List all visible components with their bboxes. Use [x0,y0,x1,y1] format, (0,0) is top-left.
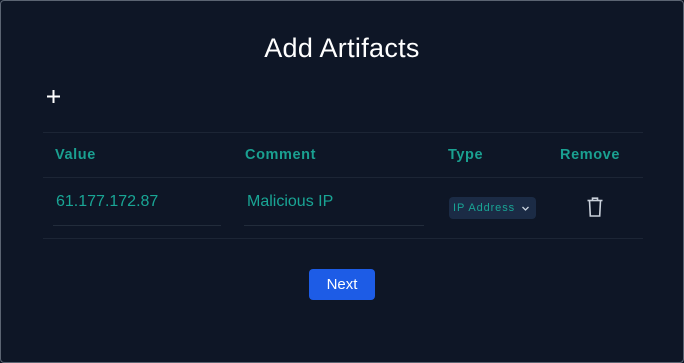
chevron-down-icon [521,204,530,213]
value-input[interactable]: 61.177.172.87 [56,193,158,211]
page-title: Add Artifacts [264,33,420,63]
value-input-underline [53,225,221,226]
plus-icon [46,89,60,103]
column-header-value: Value [55,147,96,163]
column-header-comment: Comment [245,147,317,163]
column-header-remove: Remove [560,147,621,163]
add-artifacts-dialog: Add Artifacts Value Comment Type Remove … [0,0,684,363]
column-header-type: Type [448,147,484,163]
add-artifact-button[interactable] [43,86,63,106]
next-button[interactable]: Next [309,269,375,300]
row-divider [43,238,643,239]
trash-icon [587,197,603,217]
type-select[interactable]: IP Address [449,197,536,219]
remove-row-button[interactable] [586,196,604,218]
header-divider [43,177,643,178]
artifacts-table: Value Comment Type Remove 61.177.172.87 … [43,132,643,239]
type-select-value: IP Address [453,202,515,214]
comment-input[interactable]: Malicious IP [247,193,333,211]
comment-input-underline [244,225,424,226]
